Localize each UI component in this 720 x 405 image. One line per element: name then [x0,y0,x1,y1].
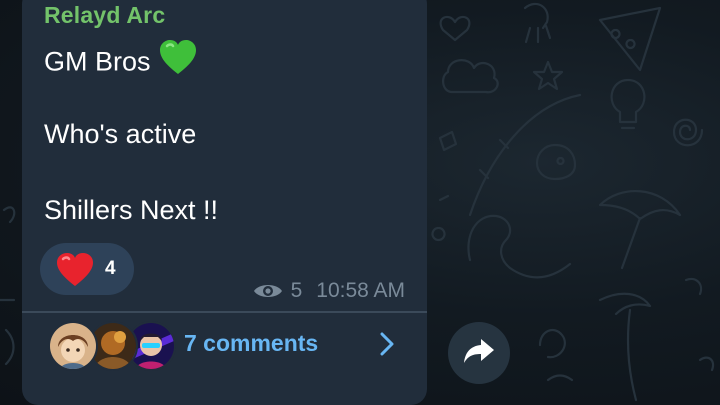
message-line-1: GM Bros [44,40,197,83]
green-heart-emoji-icon [159,40,197,83]
commenter-avatar-1 [48,321,98,371]
eye-icon [253,281,283,301]
share-button[interactable] [448,322,510,384]
message-line-2: Who's active [44,119,197,149]
red-heart-reaction-icon [56,253,94,292]
view-count: 5 [290,279,303,302]
share-icon [463,337,495,370]
commenter-avatars [48,321,176,371]
message-text-line-1: GM Bros [44,46,151,77]
sender-name[interactable]: Relayd Arc [44,2,165,29]
heart-reaction-button[interactable]: 4 [40,243,134,295]
comments-count-label: 7 comments [184,330,319,356]
message-line-3: Shillers Next !! [44,195,219,225]
chevron-right-icon [377,331,397,362]
message-time: 10:58 AM [316,279,405,302]
message-meta: 5 10:58 AM [253,278,405,304]
message-bubble: Relayd Arc GM Bros Who's active Shillers… [22,0,427,405]
comments-button[interactable]: 7 comments [22,313,427,393]
reaction-count: 4 [105,258,116,279]
